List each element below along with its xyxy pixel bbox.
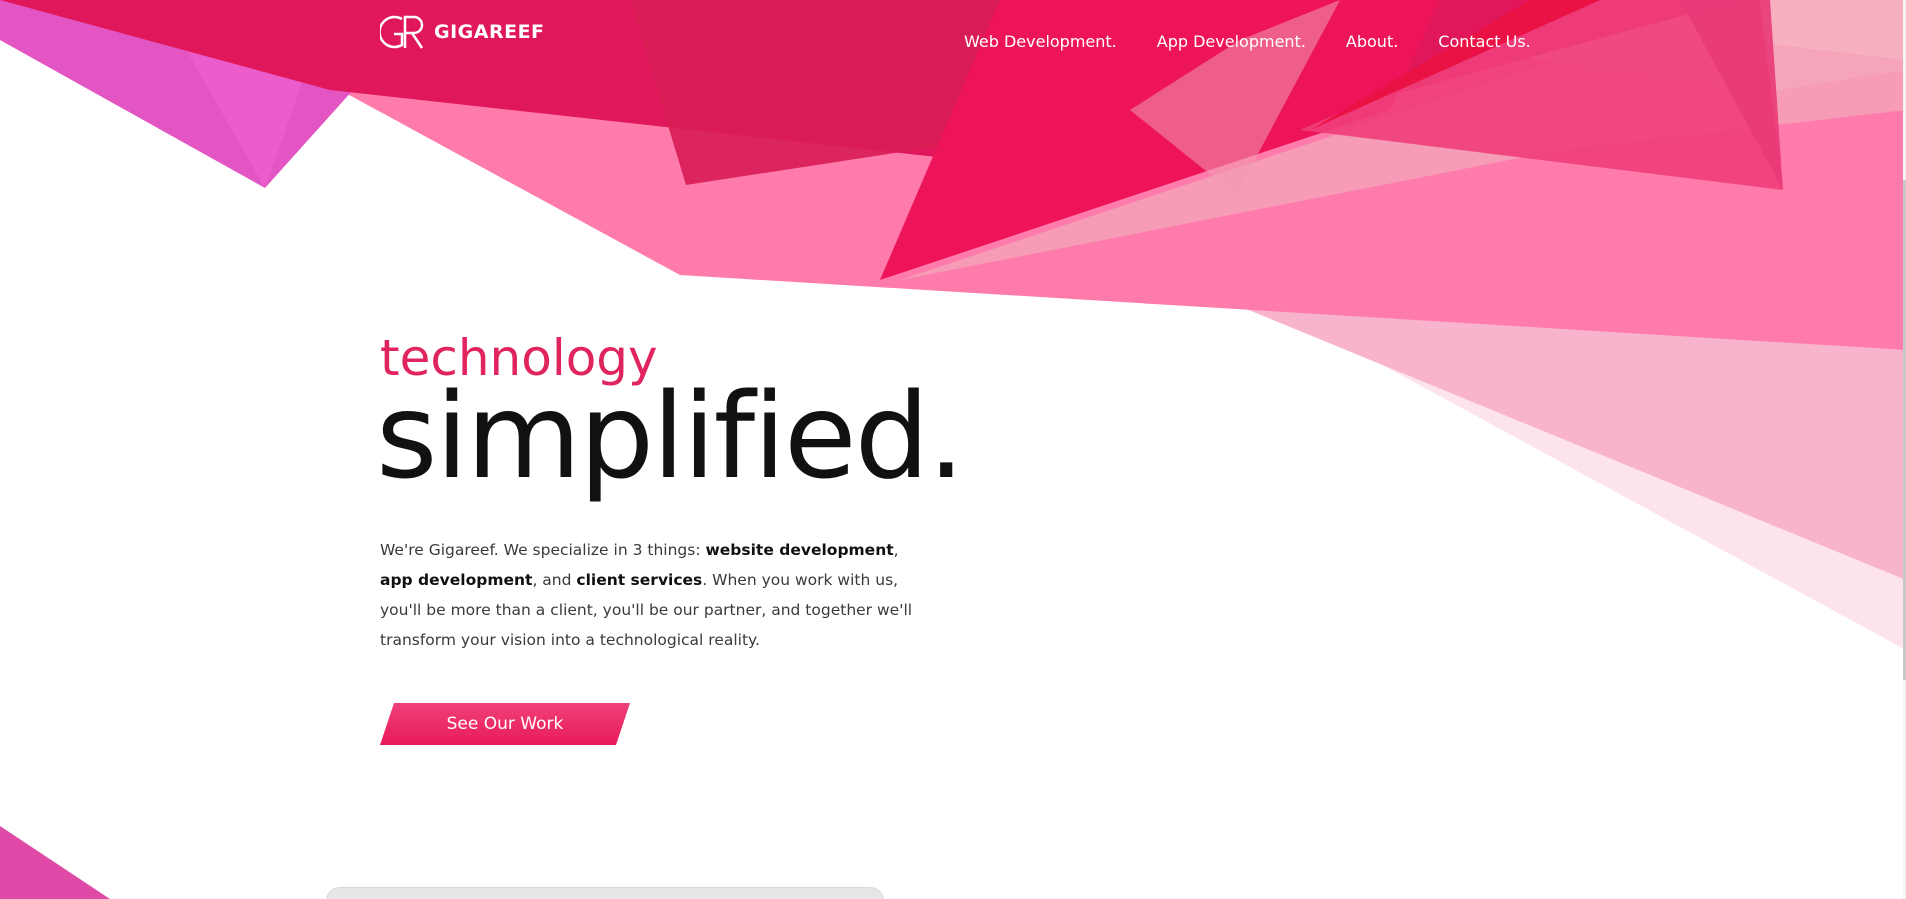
see-our-work-label: See Our Work — [446, 714, 564, 734]
intro-strong-website-development: website development — [705, 541, 894, 559]
nav-contact-us[interactable]: Contact Us. — [1438, 32, 1530, 51]
gigareef-gr-monogram-icon — [380, 15, 424, 49]
hero-intro-text: We're Gigareef. We specialize in 3 thing… — [380, 535, 920, 655]
hero-headline: simplified. — [376, 367, 965, 505]
bg-shape-bottom-left — [0, 826, 110, 899]
intro-text-2: , — [893, 541, 899, 559]
nav-app-development[interactable]: App Development. — [1157, 32, 1306, 51]
page: GIGAREEF Web Development. App Developmen… — [0, 0, 1906, 899]
intro-strong-client-services: client services — [576, 571, 703, 589]
intro-strong-app-development: app development — [380, 571, 533, 589]
brand-logo[interactable]: GIGAREEF — [380, 12, 545, 52]
brand-name: GIGAREEF — [434, 21, 545, 43]
top-navigation-bar: GIGAREEF Web Development. App Developmen… — [0, 0, 1906, 80]
nav-web-development[interactable]: Web Development. — [964, 32, 1117, 51]
intro-text-1: We're Gigareef. We specialize in 3 thing… — [380, 541, 706, 559]
main-nav: Web Development. App Development. About.… — [964, 32, 1531, 51]
see-our-work-button[interactable]: See Our Work — [380, 703, 630, 745]
intro-text-3: , and — [532, 571, 577, 589]
nav-about[interactable]: About. — [1346, 32, 1398, 51]
next-section-preview-card — [326, 887, 884, 899]
hero-section: technology simplified. — [376, 330, 980, 496]
